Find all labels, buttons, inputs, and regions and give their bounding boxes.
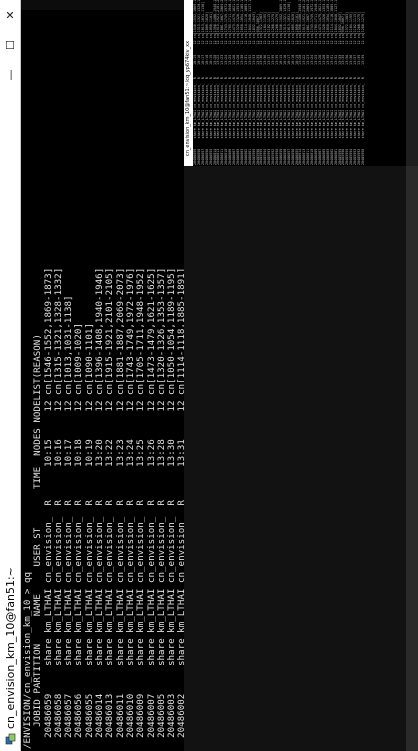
maximize-button[interactable]: ☐ (0, 30, 20, 60)
title-bar[interactable]: cn_envision_km_10@fan51:~ — ☐ ✕ (0, 0, 21, 751)
close-button[interactable]: ✕ (0, 0, 20, 30)
background-pane (184, 166, 418, 751)
screenshot-stage: cn_envision_km_10@fan51:~ — ☐ ✕ /ENVISIO… (0, 0, 418, 751)
secondary-window-thumbnail[interactable]: cn_envision_km_10@fan51:~/cq_yp674kiv_xx… (184, 0, 418, 166)
screen-edge (406, 0, 418, 751)
thumbnail-content: cn_envision_km_10@fan51:~/cq_yp674kiv_xx… (184, 0, 418, 166)
thumbnail-title: cn_envision_km_10@fan51:~/cq_yp674kiv_xx (184, 0, 193, 166)
minimize-button[interactable]: — (0, 60, 20, 90)
thumbnail-text: 20486059 share km_LTHAI cn_envision_ R 1… (193, 0, 365, 165)
putty-icon (5, 733, 16, 745)
window-title: cn_envision_km_10@fan51:~ (3, 567, 17, 729)
